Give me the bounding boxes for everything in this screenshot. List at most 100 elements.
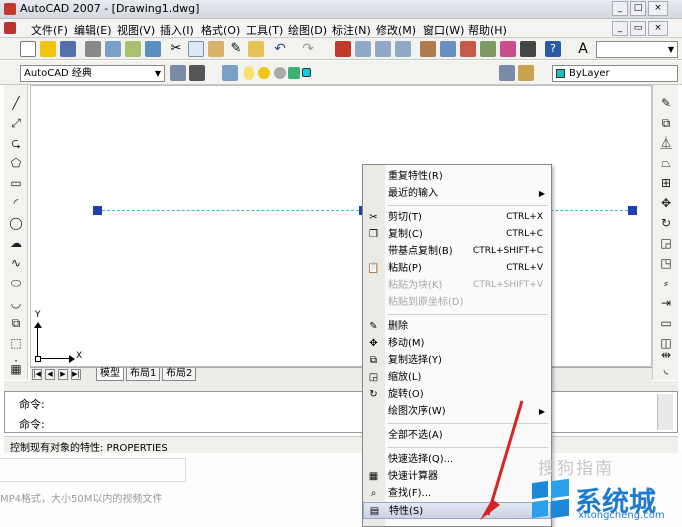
rotate-tool-icon[interactable]: ↻ [658,215,674,231]
rectangle-icon[interactable]: ▭ [8,175,24,191]
drawing-area[interactable]: Y X [30,85,652,367]
tab-model[interactable]: 模型 [96,368,124,381]
tab-prev-button[interactable]: ◀ [45,369,55,380]
menu-item[interactable]: 编辑(E) [74,22,112,38]
text-style-icon[interactable]: A [575,41,591,57]
document-icon[interactable] [4,22,16,34]
trim-icon[interactable]: ⸗ [658,275,674,291]
tab-first-button[interactable]: |◀ [32,369,42,380]
stretch-icon[interactable]: ◳ [658,255,674,271]
new-icon[interactable] [20,41,36,57]
autocad-app-icon[interactable] [4,3,16,15]
menu-item[interactable]: 窗口(W) [423,22,464,38]
zoom-realtime-icon[interactable] [355,41,371,57]
properties-toolbar-icon[interactable] [420,41,436,57]
context-menu-item[interactable]: 📋 粘贴(P) CTRL+V [363,260,551,277]
menu-item[interactable]: 绘图(D) [288,22,327,38]
menu-item[interactable]: 插入(I) [160,22,194,38]
markup-icon[interactable] [500,41,516,57]
menu-item[interactable]: 工具(T) [246,22,283,38]
fillet-icon[interactable]: ◟ [658,361,674,377]
layer-previous-icon[interactable] [518,65,534,81]
text-style-select[interactable]: ▼ [596,41,678,58]
save-icon[interactable] [60,41,76,57]
command-window[interactable]: 命令: 命令: [4,391,678,433]
ellipse-icon[interactable]: ⬭ [8,275,24,291]
context-menu-item[interactable]: ⧉ 复制选择(Y) [363,352,551,369]
insert-block-icon[interactable]: ⧉ [8,315,24,331]
mirror-icon[interactable]: ⏅ [658,135,674,151]
ellipse-arc-icon[interactable]: ◡ [8,295,24,311]
layer-toolbar-icon[interactable] [189,65,205,81]
break-icon[interactable]: ▭ [658,315,674,331]
3d-dwf-icon[interactable] [145,41,161,57]
context-menu-item[interactable]: ◲ 缩放(L) [363,369,551,386]
scale-tool-icon[interactable]: ◲ [658,235,674,251]
extend-icon[interactable]: ⇥ [658,295,674,311]
sheet-set-icon[interactable] [480,41,496,57]
line-grip-start[interactable] [93,206,102,215]
context-menu-item[interactable]: 最近的输入 ▶ [363,185,551,202]
light-bulb-icon[interactable] [244,66,254,80]
publish-icon[interactable] [125,41,141,57]
command-line-2[interactable]: 命令: [19,416,45,432]
command-scrollbar[interactable] [657,394,673,430]
pan-icon[interactable] [335,41,351,57]
tab-layout2[interactable]: 布局2 [162,368,197,381]
menu-item[interactable]: 视图(V) [117,22,155,38]
line-grip-end[interactable] [628,206,637,215]
move-tool-icon[interactable]: ✥ [658,195,674,211]
revision-cloud-icon[interactable]: ☁ [8,235,24,251]
context-menu-item[interactable]: ❐ 复制(C) CTRL+C [363,226,551,243]
design-center-icon[interactable] [440,41,456,57]
spline-icon[interactable]: ∿ [8,255,24,271]
tab-next-button[interactable]: ▶ [58,369,68,380]
menu-item[interactable]: 文件(F) [31,22,68,38]
menu-item[interactable]: 格式(O) [201,22,240,38]
line-icon[interactable]: ╱ [8,95,24,111]
context-menu-item[interactable]: 重复特性(R) [363,168,551,185]
color-select[interactable]: ByLayer [552,65,678,82]
copy-object-icon[interactable]: ⧉ [658,115,674,131]
context-menu-item[interactable]: ✎ 删除 [363,318,551,335]
circle-icon[interactable]: ◯ [8,215,24,231]
context-menu-item[interactable]: 带基点复制(B) CTRL+SHIFT+C [363,243,551,260]
paste-icon[interactable] [208,41,224,57]
construction-line-icon[interactable]: ⤢ [8,115,24,131]
match-properties-icon[interactable]: ✎ [228,41,244,57]
tab-last-button[interactable]: ▶| [71,369,81,380]
help-icon[interactable]: ? [545,41,561,57]
print-icon[interactable] [85,41,101,57]
calculator-toolbar-icon[interactable] [520,41,536,57]
polyline-icon[interactable]: ⮎ [8,135,24,151]
tool-palettes-icon[interactable] [460,41,476,57]
polygon-icon[interactable]: ⬠ [8,155,24,171]
offset-icon[interactable]: ⏢ [658,155,674,171]
make-block-icon[interactable]: ⬚ [8,335,24,351]
doc-minimize-button[interactable]: _ [612,21,628,36]
hatch-icon[interactable]: ▦ [8,361,24,377]
tab-layout1[interactable]: 布局1 [126,368,161,381]
zoom-previous-icon[interactable] [395,41,411,57]
close-button[interactable]: × [648,1,668,16]
maximize-button[interactable]: □ [630,1,646,16]
context-menu-item[interactable]: ✥ 移动(M) [363,335,551,352]
sun-icon[interactable] [258,67,270,79]
copy-icon[interactable] [188,41,204,57]
make-current-layer-icon[interactable] [499,65,515,81]
plot-preview-icon[interactable] [105,41,121,57]
arc-icon[interactable]: ◜ [8,195,24,211]
menu-item[interactable]: 帮助(H) [468,22,507,38]
block-editor-icon[interactable] [248,41,264,57]
doc-close-button[interactable]: × [648,21,668,36]
menu-item[interactable]: 标注(N) [332,22,371,38]
lock-icon[interactable] [274,67,286,79]
redo-icon[interactable]: ↷ [300,41,316,57]
layer-color-icon[interactable] [288,67,300,79]
context-menu-item[interactable]: ✂ 剪切(T) CTRL+X [363,209,551,226]
zoom-window-icon[interactable] [375,41,391,57]
minimize-button[interactable]: _ [612,1,628,16]
menu-item[interactable]: 修改(M) [376,22,416,38]
context-menu-item[interactable]: 粘贴到原坐标(D) [363,294,551,311]
open-icon[interactable] [40,41,56,57]
